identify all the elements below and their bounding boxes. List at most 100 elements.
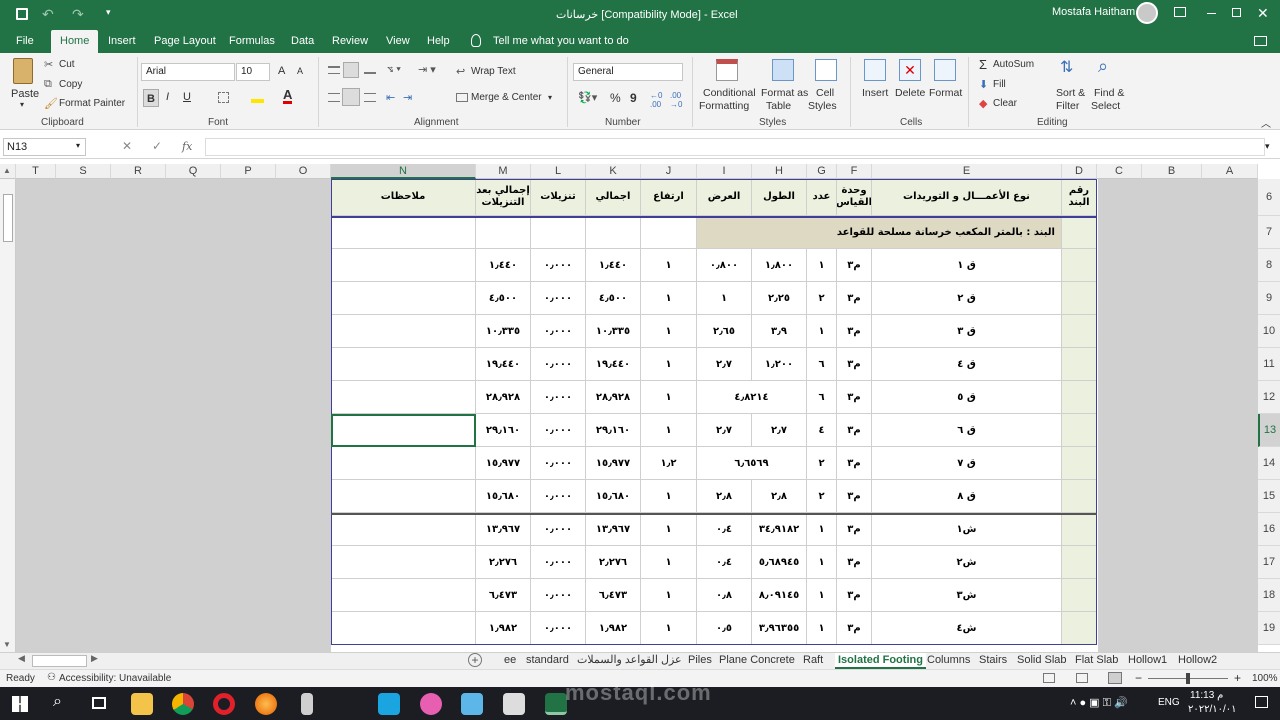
- clear-button[interactable]: Clear: [993, 98, 1017, 109]
- tab-formulas[interactable]: Formulas: [229, 30, 275, 53]
- zoom-out-icon[interactable]: −: [1135, 671, 1142, 685]
- sheet-tab-11[interactable]: Hollow1: [1128, 653, 1167, 669]
- confirm-entry-icon[interactable]: ✓: [152, 139, 162, 153]
- number-format-select[interactable]: General: [573, 63, 683, 81]
- column-header-e[interactable]: E: [872, 164, 1062, 179]
- row-header-12[interactable]: 12: [1258, 381, 1280, 414]
- paste-arrow-icon[interactable]: ▾: [20, 100, 24, 109]
- sort-filter-button[interactable]: Sort &: [1056, 87, 1085, 99]
- row-header-8[interactable]: 8: [1258, 249, 1280, 282]
- column-header-n[interactable]: N: [331, 164, 476, 179]
- column-header-o[interactable]: O: [276, 164, 331, 179]
- column-header-b[interactable]: B: [1142, 164, 1202, 179]
- font-name-select[interactable]: Arial: [141, 63, 235, 81]
- row-header-7[interactable]: 7: [1258, 216, 1280, 249]
- name-box-dropdown-icon[interactable]: ▾: [76, 141, 80, 150]
- row-header-17[interactable]: 17: [1258, 546, 1280, 579]
- cell-styles-button[interactable]: Cell: [816, 87, 834, 99]
- sort-filter-label2[interactable]: Filter: [1056, 100, 1079, 112]
- worksheet-grid[interactable]: T S R Q P O N M L K J I H G F E D C B A ▲ ▼ 6 7 8 9 10 11 12 13 14 15 16…: [0, 164, 1280, 652]
- column-header-r[interactable]: R: [111, 164, 166, 179]
- font-color-icon[interactable]: A: [283, 88, 293, 104]
- row-header-16[interactable]: 16: [1258, 513, 1280, 546]
- vertical-scroll-thumb[interactable]: [3, 194, 13, 242]
- horizontal-scrollbar[interactable]: [32, 655, 87, 667]
- windows-start-icon[interactable]: [12, 696, 28, 712]
- name-box[interactable]: N13: [3, 138, 86, 156]
- collapse-ribbon-icon[interactable]: ︿: [1261, 115, 1271, 130]
- align-left-icon[interactable]: [328, 93, 340, 102]
- align-middle-icon[interactable]: [343, 62, 359, 78]
- grow-font-icon[interactable]: A: [278, 65, 285, 77]
- chrome-icon[interactable]: [172, 693, 194, 715]
- tab-insert[interactable]: Insert: [108, 30, 136, 53]
- column-header-p[interactable]: P: [221, 164, 276, 179]
- column-header-h[interactable]: H: [752, 164, 807, 179]
- align-center-icon[interactable]: [342, 88, 360, 106]
- rtl-icon[interactable]: ⇥ ▾: [418, 63, 436, 76]
- tab-review[interactable]: Review: [332, 30, 368, 53]
- notifications-icon[interactable]: [1255, 696, 1268, 708]
- accessibility-status[interactable]: Accessibility: Unavailable: [59, 673, 171, 684]
- insert-function-icon[interactable]: fx: [182, 140, 192, 153]
- decrease-decimal-icon[interactable]: .00 →0: [670, 91, 682, 109]
- cancel-entry-icon[interactable]: ✕: [122, 139, 132, 153]
- sheet-tab-12[interactable]: Hollow2: [1178, 653, 1217, 669]
- underline-button[interactable]: U: [183, 91, 191, 103]
- scroll-down-icon[interactable]: ▼: [3, 640, 11, 649]
- tab-help[interactable]: Help: [427, 30, 450, 53]
- expand-formula-icon[interactable]: ▾: [1265, 141, 1270, 152]
- format-painter-button[interactable]: Format Painter: [59, 98, 125, 109]
- sheet-tab-1[interactable]: standard: [526, 653, 569, 669]
- fill-button[interactable]: Fill: [993, 79, 1006, 90]
- conditional-formatting-label2[interactable]: Formatting: [699, 100, 749, 112]
- find-select-label2[interactable]: Select: [1091, 100, 1120, 112]
- column-header-d[interactable]: D: [1062, 164, 1097, 179]
- currency-icon[interactable]: 💱▾: [578, 91, 597, 104]
- shrink-font-icon[interactable]: A: [297, 66, 303, 76]
- insert-cells-button[interactable]: Insert: [862, 87, 888, 99]
- format-as-table-button[interactable]: Format as: [761, 87, 808, 99]
- column-header-l[interactable]: L: [531, 164, 586, 179]
- avatar[interactable]: [1136, 2, 1158, 24]
- column-header-c[interactable]: C: [1097, 164, 1142, 179]
- format-as-table-label2[interactable]: Table: [766, 100, 791, 112]
- tab-home[interactable]: Home: [51, 30, 99, 53]
- row-header-13[interactable]: 13: [1258, 414, 1280, 447]
- cell-styles-label2[interactable]: Styles: [808, 100, 837, 112]
- paste-button[interactable]: Paste: [11, 88, 39, 100]
- itunes-icon[interactable]: [420, 693, 442, 715]
- redo-icon[interactable]: ↷: [72, 6, 84, 23]
- sheet-tab-10[interactable]: Flat Slab: [1075, 653, 1118, 669]
- app-3-icon[interactable]: [378, 693, 400, 715]
- sheet-tab-8[interactable]: Stairs: [979, 653, 1007, 669]
- sheet-tab-6[interactable]: Isolated Footing: [835, 653, 926, 669]
- undo-icon[interactable]: ↶: [42, 6, 54, 23]
- language-indicator[interactable]: ENG: [1158, 697, 1180, 708]
- column-header-q[interactable]: Q: [166, 164, 221, 179]
- vertical-scrollbar[interactable]: [0, 179, 16, 652]
- autosum-button[interactable]: AutoSum: [993, 59, 1034, 70]
- customize-toolbar-icon[interactable]: ▾: [106, 7, 111, 18]
- clock-date[interactable]: ٢٠٢٢/١٠/٠١: [1188, 704, 1237, 715]
- minimize-icon[interactable]: [1207, 13, 1216, 14]
- column-header-k[interactable]: K: [586, 164, 641, 179]
- zoom-in-icon[interactable]: +: [1234, 671, 1241, 685]
- save-icon[interactable]: [16, 8, 28, 20]
- column-header-m[interactable]: M: [476, 164, 531, 179]
- fill-color-icon[interactable]: [251, 91, 264, 103]
- find-select-button[interactable]: Find &: [1094, 87, 1124, 99]
- add-sheet-icon[interactable]: +: [468, 653, 482, 667]
- opera-icon[interactable]: [213, 693, 235, 715]
- percent-button[interactable]: %: [610, 91, 621, 105]
- row-header-19[interactable]: 19: [1258, 612, 1280, 645]
- decrease-indent-icon[interactable]: ⇤: [386, 91, 395, 104]
- selected-cell-n13[interactable]: [331, 414, 476, 447]
- formula-input[interactable]: [205, 138, 1265, 156]
- usb-drive-icon[interactable]: [301, 693, 313, 715]
- cut-button[interactable]: Cut: [59, 59, 75, 70]
- merge-center-button[interactable]: Merge & Center: [471, 92, 542, 103]
- format-cells-button[interactable]: Format: [929, 87, 962, 99]
- scroll-up-icon[interactable]: ▲: [3, 166, 11, 175]
- search-icon[interactable]: ⌕: [53, 693, 62, 711]
